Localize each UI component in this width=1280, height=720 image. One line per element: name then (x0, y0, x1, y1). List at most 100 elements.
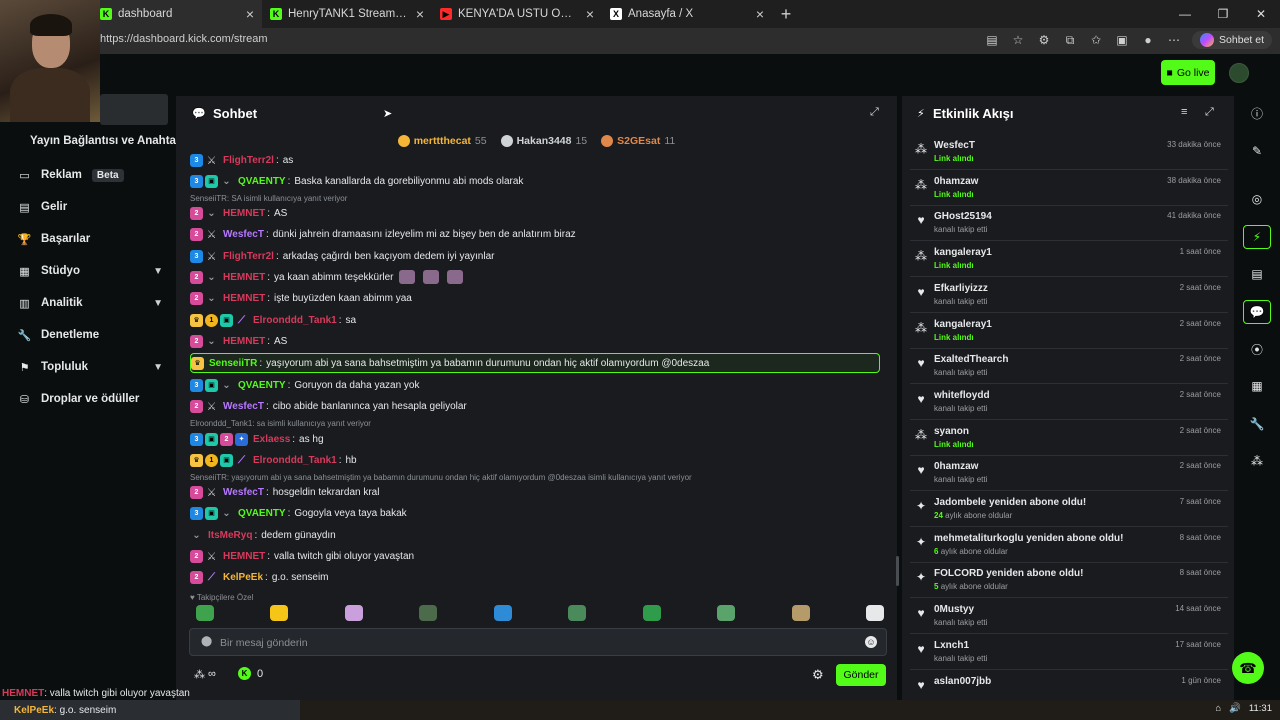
sidebar-item-stüdyo[interactable]: ▦ Stüdyo ▼ (18, 259, 163, 283)
chat-input[interactable] (220, 634, 840, 652)
maximize-icon[interactable]: ❐ (1204, 0, 1242, 28)
chat-username[interactable]: HEMNET (223, 293, 265, 304)
chat-message[interactable]: 2 ⌄ HEMNET: AS (190, 203, 880, 223)
favorites-icon[interactable]: ✩ (1088, 33, 1104, 47)
sidebar-item-gelir[interactable]: ▤ Gelir (18, 195, 163, 219)
copilot-button[interactable]: Sohbet et (1192, 31, 1272, 49)
chat-username[interactable]: HEMNET (223, 272, 265, 283)
emote-icon[interactable] (717, 605, 736, 621)
sidebar-selected-item[interactable] (100, 94, 168, 125)
browser-tab[interactable]: X Anasayfa / X × (602, 0, 772, 28)
activity-event[interactable]: ♥ whitefloydd kanalı takip etti 2 saat önce (910, 385, 1228, 420)
activity-event[interactable]: ✦ mehmetaliturkoglu yeniden abone oldu! 6 … (910, 528, 1228, 563)
filter-icon[interactable]: ≡ (1181, 106, 1187, 118)
feed-popout-icon[interactable]: ⤢ (1205, 106, 1214, 119)
chat-username[interactable]: Exlaess (253, 434, 290, 445)
chat-username[interactable]: Elroonddd_Tank1 (253, 315, 337, 326)
chat-message[interactable]: 3 ▣ ⌄ QVAENTY: Goruyon da daha yazan yok (190, 375, 880, 395)
send-button[interactable]: Gönder (836, 664, 886, 686)
leaderboard-entry[interactable]: S2GEsat 11 (601, 132, 675, 150)
sidebar-item-topluluk[interactable]: ⚑ Topluluk ▼ (18, 355, 163, 379)
chat-message[interactable]: 3 ⚔ FlighTerr2l: as (190, 150, 880, 170)
chevron-down-icon[interactable]: ▼ (153, 298, 163, 309)
chat-username[interactable]: HEMNET (223, 208, 265, 219)
chat-username[interactable]: KelPeEk (223, 572, 263, 583)
split-icon[interactable]: ⧉ (1062, 33, 1078, 48)
activity-event[interactable]: ♥ 0Mustyy kanalı takip etti 14 saat önce (910, 599, 1228, 635)
chat-message[interactable]: 3 ▣ 2 ✦ Exlaess: as hg (190, 429, 880, 449)
activity-event[interactable]: ⁂ WesfecT Link alındı 33 dakika önce (910, 135, 1228, 170)
chat-username[interactable]: HEMNET (223, 551, 265, 562)
chat-settings-icon[interactable]: ⚙ (812, 667, 824, 683)
chevron-down-icon[interactable]: ▼ (153, 266, 163, 277)
chat-message[interactable]: 2 ⌄ HEMNET: ya kaan abimm teşekkürler (190, 267, 880, 287)
activity-event[interactable]: ♥ 0hamzaw kanalı takip etti 2 saat önce (910, 456, 1228, 492)
sidebar-item-başarılar[interactable]: 🏆 Başarılar (18, 227, 163, 251)
chat-username[interactable]: WesfecT (223, 487, 264, 498)
sidebar-item-reklam[interactable]: ▭ Reklam Beta (18, 163, 163, 187)
chat-message[interactable]: 3 ▣ ⌄ QVAENTY: Gogoyla veya taya bakak (190, 503, 880, 523)
chat-message[interactable]: ♛ 1 ▣ ⟋ Elroonddd_Tank1: hb (190, 450, 880, 470)
emote-icon[interactable] (642, 605, 661, 621)
browser-tab[interactable]: ▶ KENYA'DA ÜSTÜ ÖRTÜLEN KORKU... × (432, 0, 602, 28)
emote-icon[interactable] (791, 605, 810, 621)
clock[interactable]: 11:31 (1249, 703, 1272, 714)
chat-username[interactable]: QVAENTY (238, 380, 286, 391)
emote-icon[interactable] (419, 605, 438, 621)
chat-message[interactable]: 3 ⚔ FlighTerr2l: arkadaş çağırdı ben kaçıyo… (190, 246, 880, 266)
activity-event[interactable]: ♥ Efkarliyizzz kanalı takip etti 2 saat önc… (910, 278, 1228, 313)
activity-event[interactable]: ⁂ kangaleray1 Link alındı 1 saat önce (910, 242, 1228, 278)
help-button[interactable]: ☎ (1232, 652, 1264, 684)
network-icon[interactable]: ⌂ (1215, 703, 1221, 714)
chat-username[interactable]: FlighTerr2l (223, 251, 274, 262)
emote-icon[interactable] (865, 605, 884, 621)
close-window-icon[interactable]: ✕ (1242, 0, 1280, 28)
browser-tab[interactable]: Kdashboard × (92, 0, 262, 28)
chat-username[interactable]: WesfecT (223, 401, 264, 412)
activity-event[interactable]: ⁂ 0hamzaw Link alındı 38 dakika önce (910, 171, 1228, 206)
chat-scrollbar[interactable] (896, 556, 899, 586)
chat-message[interactable]: 2 ⌄ HEMNET: işte buyüzden kaan abimm yaa (190, 288, 880, 308)
profile-avatar-icon[interactable]: ● (1140, 33, 1156, 47)
activity-event[interactable]: ⁂ syanon Link alındı 2 saat önce (910, 421, 1228, 456)
chat-message[interactable]: ♛ 1 ▣ ⟋ Elroonddd_Tank1: sa (190, 310, 880, 330)
activity-icon[interactable]: ⚡ (1243, 225, 1271, 249)
chat-message[interactable]: 3 ▣ ⌄ QVAENTY: Baska kanallarda da gorebiliy… (190, 171, 880, 191)
chat-username[interactable]: HEMNET (223, 336, 265, 347)
chat-username[interactable]: ItsMeRyq (208, 530, 252, 541)
chat-message[interactable]: 2 ⚔ WesfecT: dünki jahrein dramaasını izley… (190, 224, 880, 244)
chat-message[interactable]: ⌄ ItsMeRyq: dedem günaydın (190, 525, 880, 545)
sidebar-item-droplar-ve-ödüller[interactable]: ⛁ Droplar ve ödüller (18, 387, 163, 411)
chat-username[interactable]: SenseiiTR (209, 358, 257, 369)
chat-username[interactable]: Elroonddd_Tank1 (253, 455, 337, 466)
chat-message[interactable]: 2 ⟋ KelPeEk: g.o. senseim (190, 567, 880, 587)
chevron-down-icon[interactable]: ▼ (153, 362, 163, 373)
activity-event[interactable]: ♥ ExaltedThearch kanalı takip etti 2 saat ö… (910, 349, 1228, 385)
activity-event[interactable]: ✦ Jadombele yeniden abone oldu! 24 aylık a… (910, 492, 1228, 527)
go-live-button[interactable]: ■ Go live (1161, 60, 1215, 85)
minimize-icon[interactable]: — (1166, 0, 1204, 28)
new-tab-button[interactable]: + (772, 4, 800, 25)
emote-icon[interactable] (493, 605, 512, 621)
chat-input-box[interactable]: ⬤ ☺ (189, 628, 887, 656)
extension-icon[interactable]: ⚙ (1036, 33, 1052, 47)
points-display[interactable]: ⁂ ∞ (194, 668, 216, 681)
leaderboard-entry[interactable]: Hakan3448 15 (500, 132, 587, 150)
activity-event[interactable]: ♥ Lxnch1 kanalı takip etti 17 saat önce (910, 635, 1228, 670)
layout-icon[interactable]: ▦ (1243, 374, 1271, 398)
tools-icon[interactable]: 🔧 (1243, 412, 1271, 436)
emote-icon[interactable] (270, 605, 289, 621)
emote-icon[interactable] (568, 605, 587, 621)
activity-event[interactable]: ⁂ kangaleray1 Link alındı 2 saat önce (910, 314, 1228, 349)
share-icon[interactable]: ⁂ (1243, 449, 1271, 473)
chat-message[interactable]: 2 ⚔ WesfecT: cibo abide banlanınca yan hesa… (190, 396, 880, 416)
chat-icon[interactable]: 💬 (1243, 300, 1271, 324)
popout-icon[interactable]: ⤢ (870, 106, 884, 120)
tab-close-icon[interactable]: × (586, 6, 594, 22)
chat-username[interactable]: FlighTerr2l (223, 155, 274, 166)
notes-icon[interactable]: ▤ (1243, 262, 1271, 286)
chat-message[interactable]: 2 ⚔ WesfecT: hosgeldin tekrardan kral (190, 482, 880, 502)
volume-icon[interactable]: 🔊 (1229, 703, 1241, 714)
camera-icon[interactable]: ◎ (1243, 187, 1271, 211)
emote-icon[interactable] (196, 605, 214, 621)
